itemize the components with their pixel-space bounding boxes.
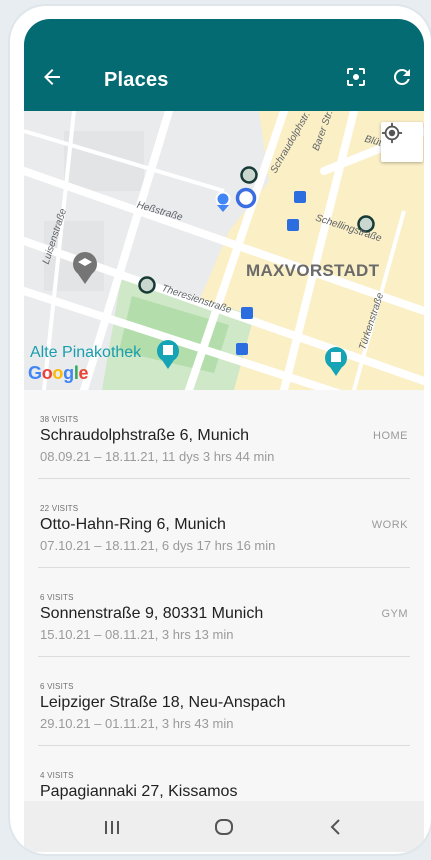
place-address: Schraudolphstraße 6, Munich — [40, 427, 249, 444]
recent-apps-icon[interactable] — [100, 815, 124, 839]
place-address: Sonnenstraße 9, 80331 Munich — [40, 605, 264, 622]
place-address: Papagiannaki 27, Kissamos — [40, 783, 238, 800]
place-tag: HOME — [373, 430, 408, 442]
list-item[interactable]: 38 VISITS Schraudolphstraße 6, Munich 08… — [38, 390, 410, 479]
visit-count: 6 VISITS — [40, 682, 74, 691]
place-address: Leipziger Straße 18, Neu-Anspach — [40, 694, 286, 711]
visit-count: 22 VISITS — [40, 504, 79, 513]
place-address: Otto-Hahn-Ring 6, Munich — [40, 516, 226, 533]
visit-count: 4 VISITS — [40, 771, 74, 780]
place-tag: GYM — [381, 608, 408, 620]
center-focus-icon[interactable] — [344, 65, 368, 89]
poi-label[interactable]: Alte Pinakothek — [30, 344, 141, 362]
refresh-icon[interactable] — [390, 65, 414, 89]
home-circle-icon[interactable] — [212, 815, 236, 839]
app-screen: Places Schraudolphstr. Barer Str. Heßstr… — [24, 19, 424, 852]
list-item[interactable]: 6 VISITS Leipziger Straße 18, Neu-Anspac… — [38, 657, 410, 746]
current-location-icon — [215, 191, 231, 212]
places-list: 38 VISITS Schraudolphstraße 6, Munich 08… — [24, 390, 424, 801]
place-dates: 15.10.21 – 08.11.21, 3 hrs 13 min — [40, 627, 234, 642]
system-nav-bar — [24, 801, 424, 852]
phone-frame: Places Schraudolphstr. Barer Str. Heßstr… — [10, 6, 431, 854]
place-tag: WORK — [371, 519, 408, 531]
my-location-button[interactable] — [381, 122, 423, 162]
district-label: MAXVORSTADT — [246, 261, 380, 280]
chevron-left-icon[interactable] — [324, 815, 348, 839]
visit-count: 6 VISITS — [40, 593, 74, 602]
place-dates: 29.10.21 – 01.11.21, 3 hrs 43 min — [40, 716, 234, 731]
place-dates: 08.09.21 – 18.11.21, 11 dys 3 hrs 44 min — [40, 449, 275, 464]
place-dates: 07.10.21 – 18.11.21, 6 dys 17 hrs 16 min — [40, 538, 276, 553]
google-logo: Google — [28, 363, 89, 383]
list-item[interactable]: 6 VISITS Sonnenstraße 9, 80331 Munich 15… — [38, 568, 410, 657]
my-location-icon — [381, 122, 403, 144]
list-item[interactable]: 22 VISITS Otto-Hahn-Ring 6, Munich 07.10… — [38, 479, 410, 568]
arrow-left-icon[interactable] — [40, 65, 64, 89]
map-view[interactable]: Schraudolphstr. Barer Str. Blütenstr. He… — [24, 111, 424, 390]
visit-count: 38 VISITS — [40, 415, 79, 424]
page-title: Places — [104, 69, 169, 91]
list-item[interactable]: 4 VISITS Papagiannaki 27, Kissamos — [38, 746, 410, 801]
app-bar: Places — [24, 19, 424, 111]
